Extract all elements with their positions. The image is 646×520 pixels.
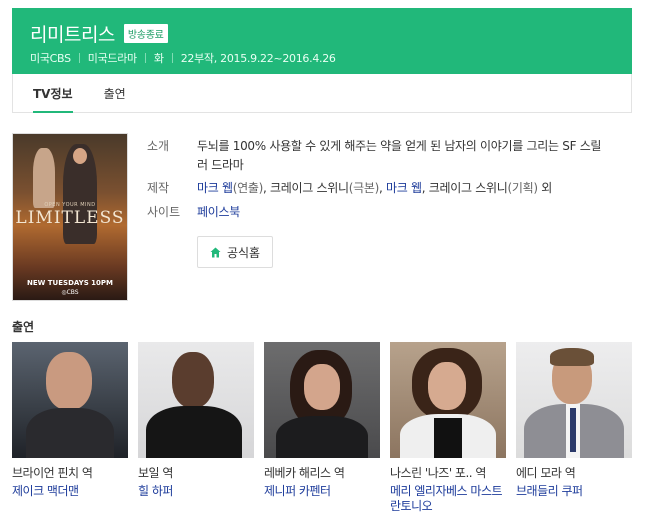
cast-name-link[interactable]: 메리 엘리자베스 마스트란토니오 [390, 484, 508, 514]
meta-network: 미국CBS [30, 52, 71, 65]
cast-photo[interactable] [390, 342, 506, 458]
program-meta: 미국CBS 미국드라마 화 22부작, 2015.9.22~2016.4.26 [30, 50, 336, 66]
cast-photo[interactable] [12, 342, 128, 458]
intro-row: 소개 두뇌를 100% 사용할 수 있게 해주는 약을 얻게 된 남자의 이야기… [147, 137, 602, 175]
cast-role: 보일 역 [138, 466, 173, 480]
status-badge: 방송종료 [123, 24, 168, 43]
cast-card[interactable]: 레베카 해리스 역 제니퍼 카펜터 [264, 342, 380, 498]
facebook-link[interactable]: 페이스북 [197, 205, 240, 219]
cast-name-link[interactable]: 제니퍼 카펜터 [264, 484, 382, 499]
cast-card[interactable]: 나스린 '나즈' 포.. 역 메리 엘리자베스 마스트란토니오 [390, 342, 506, 513]
intro-text: 두뇌를 100% 사용할 수 있게 해주는 약을 얻게 된 남자의 이야기를 그… [197, 139, 602, 172]
role-director: (연출) [232, 181, 264, 195]
cast-role: 나스린 '나즈' 포.. 역 [390, 466, 486, 480]
planner-name: , 크레이그 스위니 [421, 181, 508, 195]
meta-divider [144, 53, 146, 63]
producer-link[interactable]: 마크 웹 [386, 181, 422, 195]
poster-title: LIMITLESS [15, 208, 125, 228]
cast-heading: 출연 [12, 320, 35, 334]
cast-card[interactable]: 에디 모라 역 브래들리 쿠퍼 [516, 342, 632, 498]
production-row: 제작 마크 웹(연출), 크레이그 스위니(극본), 마크 웹, 크레이그 스위… [147, 179, 552, 198]
site-label: 사이트 [147, 205, 181, 219]
meta-day: 화 [153, 52, 164, 65]
program-title[interactable]: 리미트리스 [30, 20, 115, 47]
official-home-button[interactable]: 공식홈 [197, 236, 273, 268]
cast-photo[interactable] [516, 342, 632, 458]
cast-role: 레베카 해리스 역 [264, 466, 345, 480]
separator: , [378, 181, 387, 195]
intro-label: 소개 [147, 139, 170, 153]
tab-tv-info[interactable]: TV정보 [22, 74, 84, 113]
cast-role: 에디 모라 역 [516, 466, 576, 480]
cast-photo[interactable] [138, 342, 254, 458]
writer-name: , 크레이그 스위니 [263, 181, 349, 195]
cast-role: 브라이언 핀치 역 [12, 466, 93, 480]
program-header: 리미트리스 방송종료 미국CBS 미국드라마 화 22부작, 2015.9.22… [12, 8, 632, 74]
production-value: 마크 웹(연출), 크레이그 스위니(극본), 마크 웹, 크레이그 스위니(기… [197, 179, 552, 198]
meta-episodes: 22부작, 2015.9.22~2016.4.26 [180, 52, 336, 65]
poster-figure-woman [33, 148, 55, 208]
meta-divider [171, 53, 173, 63]
home-icon [210, 247, 221, 257]
production-label: 제작 [147, 181, 170, 195]
tab-label: TV정보 [33, 86, 73, 101]
cast-name-link[interactable]: 힐 하퍼 [138, 484, 256, 499]
tab-cast[interactable]: 출연 [93, 74, 137, 112]
poster-face [73, 148, 87, 164]
meta-genre: 미국드라마 [87, 52, 137, 65]
cast-name-link[interactable]: 브래들리 쿠퍼 [516, 484, 634, 499]
site-row: 사이트 페이스북 [147, 203, 240, 222]
more-text: 외 [537, 181, 553, 195]
cast-card[interactable]: 보일 역 힐 하퍼 [138, 342, 254, 498]
tab-label: 출연 [103, 86, 126, 101]
title-row: 리미트리스 방송종료 [30, 20, 168, 47]
role-writer: (극본) [348, 181, 380, 195]
poster-airtime: NEW TUESDAYS 10PM [26, 279, 114, 287]
cast-card[interactable]: 브라이언 핀치 역 제이크 맥더맨 [12, 342, 128, 498]
role-planner: (기획) [507, 181, 539, 195]
cast-photo[interactable] [264, 342, 380, 458]
meta-divider [78, 53, 80, 63]
cast-name-link[interactable]: 제이크 맥더맨 [12, 484, 130, 499]
tab-bar: TV정보 출연 [12, 74, 632, 113]
poster-network-logo: ◎CBS [61, 289, 79, 296]
poster-image[interactable]: OPEN YOUR MIND LIMITLESS NEW TUESDAYS 10… [12, 133, 128, 301]
director-link[interactable]: 마크 웹 [197, 181, 233, 195]
official-home-label: 공식홈 [226, 245, 261, 260]
